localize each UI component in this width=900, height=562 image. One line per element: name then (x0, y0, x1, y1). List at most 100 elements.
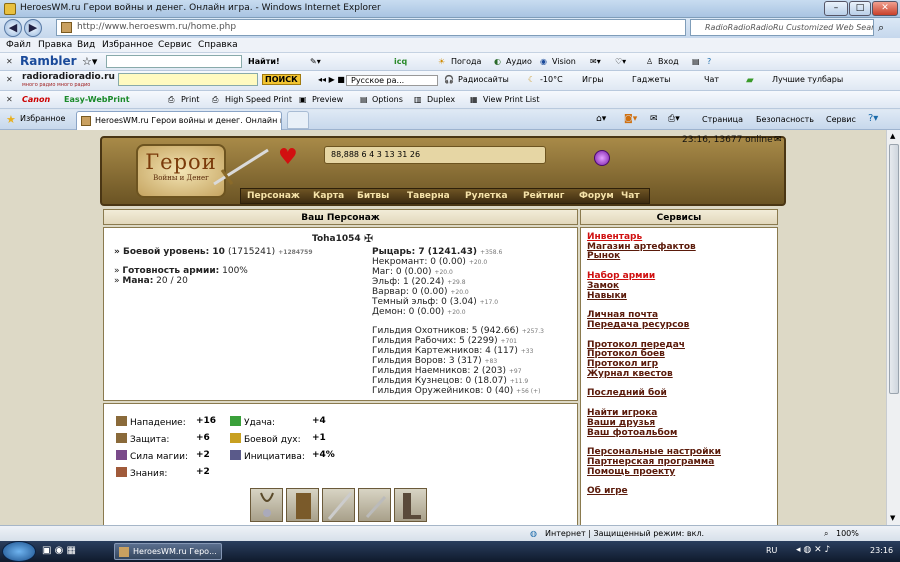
web-search-input[interactable]: RadioRadioRadioRu Customized Web Search (690, 19, 874, 36)
rambler-search-button[interactable]: Найти! (248, 57, 280, 66)
service-link[interactable]: Замок (587, 281, 619, 291)
menu-favorites[interactable]: Избранное (102, 40, 153, 50)
rambler-search-input[interactable] (106, 55, 242, 68)
login-button[interactable]: Вход (658, 57, 679, 66)
help-icon[interactable]: ? (707, 57, 711, 66)
print-icon[interactable]: ⎙▾ (668, 114, 680, 124)
easy-webprint-menu[interactable]: Easy-WebPrint (64, 95, 130, 104)
heart-icon-toolbar[interactable]: ♡▾ (615, 57, 626, 66)
print-button[interactable]: Print (181, 95, 199, 104)
service-link[interactable]: Журнал квестов (587, 369, 673, 379)
service-link[interactable]: Найти игрока (587, 408, 657, 418)
address-field[interactable]: http://www.heroeswm.ru/home.php (56, 19, 686, 36)
mail-icon[interactable]: ✉ (650, 114, 658, 124)
minimize-button[interactable]: – (824, 1, 848, 16)
icq-button[interactable]: icq (394, 57, 407, 66)
nav-battles[interactable]: Битвы (357, 191, 389, 201)
rss-icon[interactable]: ◙▾ (624, 114, 637, 124)
nav-character[interactable]: Персонаж (247, 191, 300, 201)
weather-button[interactable]: Погода (451, 57, 481, 66)
service-link[interactable]: Магазин артефактов (587, 242, 696, 252)
home-icon[interactable]: ⌂▾ (596, 114, 606, 124)
menu-help[interactable]: Справка (198, 40, 238, 50)
dagger-slot[interactable] (358, 488, 391, 522)
safety-menu[interactable]: Безопасность (756, 115, 814, 124)
menu-view[interactable]: Вид (77, 40, 95, 50)
service-link[interactable]: Личная почта (587, 310, 658, 320)
envelope-icon[interactable]: ✉ (774, 135, 782, 145)
favorites-button[interactable]: Избранное (20, 114, 65, 123)
service-link[interactable]: Навыки (587, 291, 627, 301)
vision-button[interactable]: Vision (552, 57, 576, 66)
station-select[interactable]: Русское ра... (346, 75, 438, 86)
forward-button[interactable]: ▶ (24, 19, 42, 37)
player-controls[interactable]: ◂◂ ▶ ■ (318, 75, 345, 84)
service-link[interactable]: Ваш фотоальбом (587, 428, 677, 438)
games-button[interactable]: Игры (582, 75, 604, 84)
tab-heroeswm[interactable]: HeroesWM.ru Герои войны и денег. Онлайн … (76, 111, 282, 130)
help-icon[interactable]: ?▾ (868, 113, 878, 124)
pen-icon[interactable]: ✎▾ (310, 57, 321, 66)
service-link[interactable]: Рынок (587, 251, 620, 261)
scroll-thumb[interactable] (889, 144, 899, 394)
radio-search-input[interactable] (118, 73, 258, 86)
service-link[interactable]: Набор армии (587, 271, 655, 281)
player-nick[interactable]: Toha1054 (312, 234, 361, 244)
nav-map[interactable]: Карта (313, 191, 344, 201)
service-link[interactable]: Передача ресурсов (587, 320, 689, 330)
close-window-button[interactable]: ✕ (872, 1, 898, 16)
nav-roulette[interactable]: Рулетка (465, 191, 508, 201)
nav-tavern[interactable]: Таверна (407, 191, 450, 201)
service-link[interactable]: Партнерская программа (587, 457, 714, 467)
maximize-button[interactable]: □ (849, 1, 871, 16)
start-button[interactable] (2, 541, 36, 562)
duplex-button[interactable]: Duplex (427, 95, 455, 104)
scroll-up-icon[interactable]: ▲ (890, 132, 895, 140)
service-link[interactable]: Об игре (587, 486, 628, 496)
radio-sites-button[interactable]: Радиосайты (458, 75, 509, 84)
menu-edit[interactable]: Правка (38, 40, 72, 50)
service-link[interactable]: Последний бой (587, 388, 667, 398)
service-link[interactable]: Персональные настройки (587, 447, 721, 457)
scroll-down-icon[interactable]: ▼ (890, 514, 895, 522)
boots-slot[interactable] (394, 488, 427, 522)
service-link[interactable]: Протокол игр (587, 359, 658, 369)
close-toolbar-icon[interactable]: ✕ (6, 57, 13, 66)
radio-search-button[interactable]: ПОИСК (262, 74, 301, 85)
chat-button[interactable]: Чат (704, 75, 719, 84)
gadgets-button[interactable]: Гаджеты (632, 75, 670, 84)
service-link[interactable]: Ваши друзья (587, 418, 655, 428)
close-toolbar-icon[interactable]: ✕ (6, 75, 13, 84)
tools-menu[interactable]: Сервис (826, 115, 856, 124)
vertical-scrollbar[interactable]: ▲ ▼ (886, 130, 900, 525)
view-print-list-button[interactable]: View Print List (483, 95, 539, 104)
options-button[interactable]: Options (372, 95, 403, 104)
page-menu[interactable]: Страница (702, 115, 743, 124)
service-link[interactable]: Инвентарь (587, 232, 642, 242)
close-toolbar-icon[interactable]: ✕ (6, 95, 13, 104)
favorites-star-icon[interactable]: ★ (6, 113, 16, 126)
search-icon[interactable]: ⌕ (878, 21, 884, 35)
nav-forum[interactable]: Форум (579, 191, 614, 201)
back-button[interactable]: ◀ (4, 19, 22, 37)
nav-rating[interactable]: Рейтинг (523, 191, 564, 201)
temperature-button[interactable]: -10°C (540, 75, 563, 84)
audio-button[interactable]: Аудио (506, 57, 532, 66)
armor-slot[interactable] (286, 488, 319, 522)
service-link[interactable]: Помощь проекту (587, 467, 675, 477)
language-indicator[interactable]: RU (766, 546, 777, 555)
amulet-slot[interactable] (250, 488, 283, 522)
zoom-level[interactable]: 100% (836, 529, 859, 538)
chat-bubble-icon[interactable]: ✉▾ (590, 57, 601, 66)
nav-chat[interactable]: Чат (621, 191, 640, 201)
sword-slot[interactable] (322, 488, 355, 522)
toolbar-menu-icon[interactable]: ▤ (692, 57, 700, 66)
quick-launch-icons[interactable]: ▣ ◉ ▦ (42, 545, 76, 556)
menu-file[interactable]: Файл (6, 40, 31, 50)
star-icon[interactable]: ☆▾ (82, 55, 97, 68)
new-tab-button[interactable] (287, 111, 309, 129)
taskbar-ie-item[interactable]: HeroesWM.ru Геро... (114, 543, 222, 560)
tray-icons[interactable]: ◂ ◍ ✕ ♪ (796, 545, 830, 555)
best-toolbars-button[interactable]: Лучшие тулбары (772, 75, 843, 84)
high-speed-print-button[interactable]: High Speed Print (225, 95, 292, 104)
